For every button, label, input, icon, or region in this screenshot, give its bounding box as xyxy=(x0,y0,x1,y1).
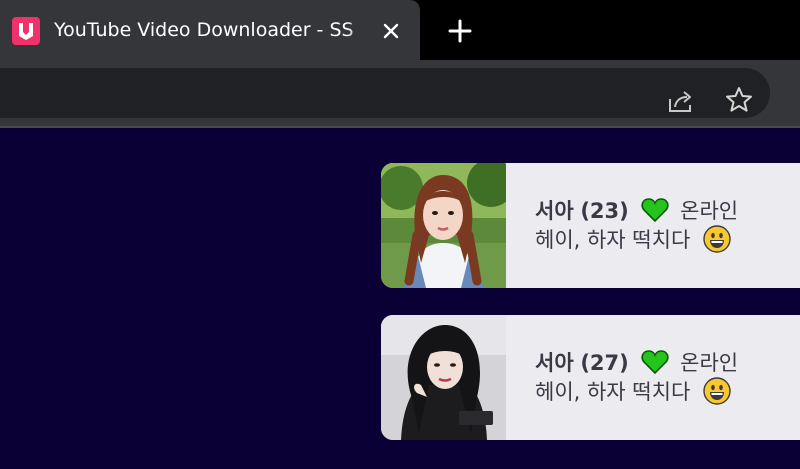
toolbar-divider xyxy=(0,126,800,128)
new-tab-button[interactable] xyxy=(446,17,474,45)
profile-message-row: 헤이, 하자 떡치다 xyxy=(535,377,731,407)
online-status: 온라인 xyxy=(680,351,739,375)
profile-card[interactable]: 서아 (23) 온라인 헤이, 하자 떡치다 xyxy=(381,163,800,288)
profile-name: 서아 xyxy=(535,351,574,375)
tab-title: YouTube Video Downloader - SS xyxy=(54,17,370,43)
profile-age: (23) xyxy=(580,199,629,223)
close-tab-icon[interactable] xyxy=(380,20,402,42)
bookmark-star-icon[interactable] xyxy=(724,85,754,115)
online-status: 온라인 xyxy=(680,199,739,223)
tab-strip: YouTube Video Downloader - SS xyxy=(0,0,800,60)
share-icon[interactable] xyxy=(666,87,696,115)
profile-name-row: 서아 (23) 온라인 xyxy=(535,196,738,226)
avatar xyxy=(381,163,506,288)
avatar xyxy=(381,315,506,440)
site-favicon-icon xyxy=(12,17,40,45)
profile-name: 서아 xyxy=(535,199,574,223)
profile-message-row: 헤이, 하자 떡치다 xyxy=(535,225,731,255)
grinning-face-icon xyxy=(703,377,731,413)
browser-tab[interactable]: YouTube Video Downloader - SS xyxy=(0,0,420,60)
profile-name-row: 서아 (27) 온라인 xyxy=(535,348,738,378)
browser-toolbar xyxy=(0,60,800,126)
profile-message: 헤이, 하자 떡치다 xyxy=(535,380,691,404)
profile-card[interactable]: 서아 (27) 온라인 헤이, 하자 떡치다 xyxy=(381,315,800,440)
profile-age: (27) xyxy=(580,351,629,375)
grinning-face-icon xyxy=(703,225,731,261)
profile-message: 헤이, 하자 떡치다 xyxy=(535,228,691,252)
address-bar[interactable] xyxy=(0,68,770,118)
